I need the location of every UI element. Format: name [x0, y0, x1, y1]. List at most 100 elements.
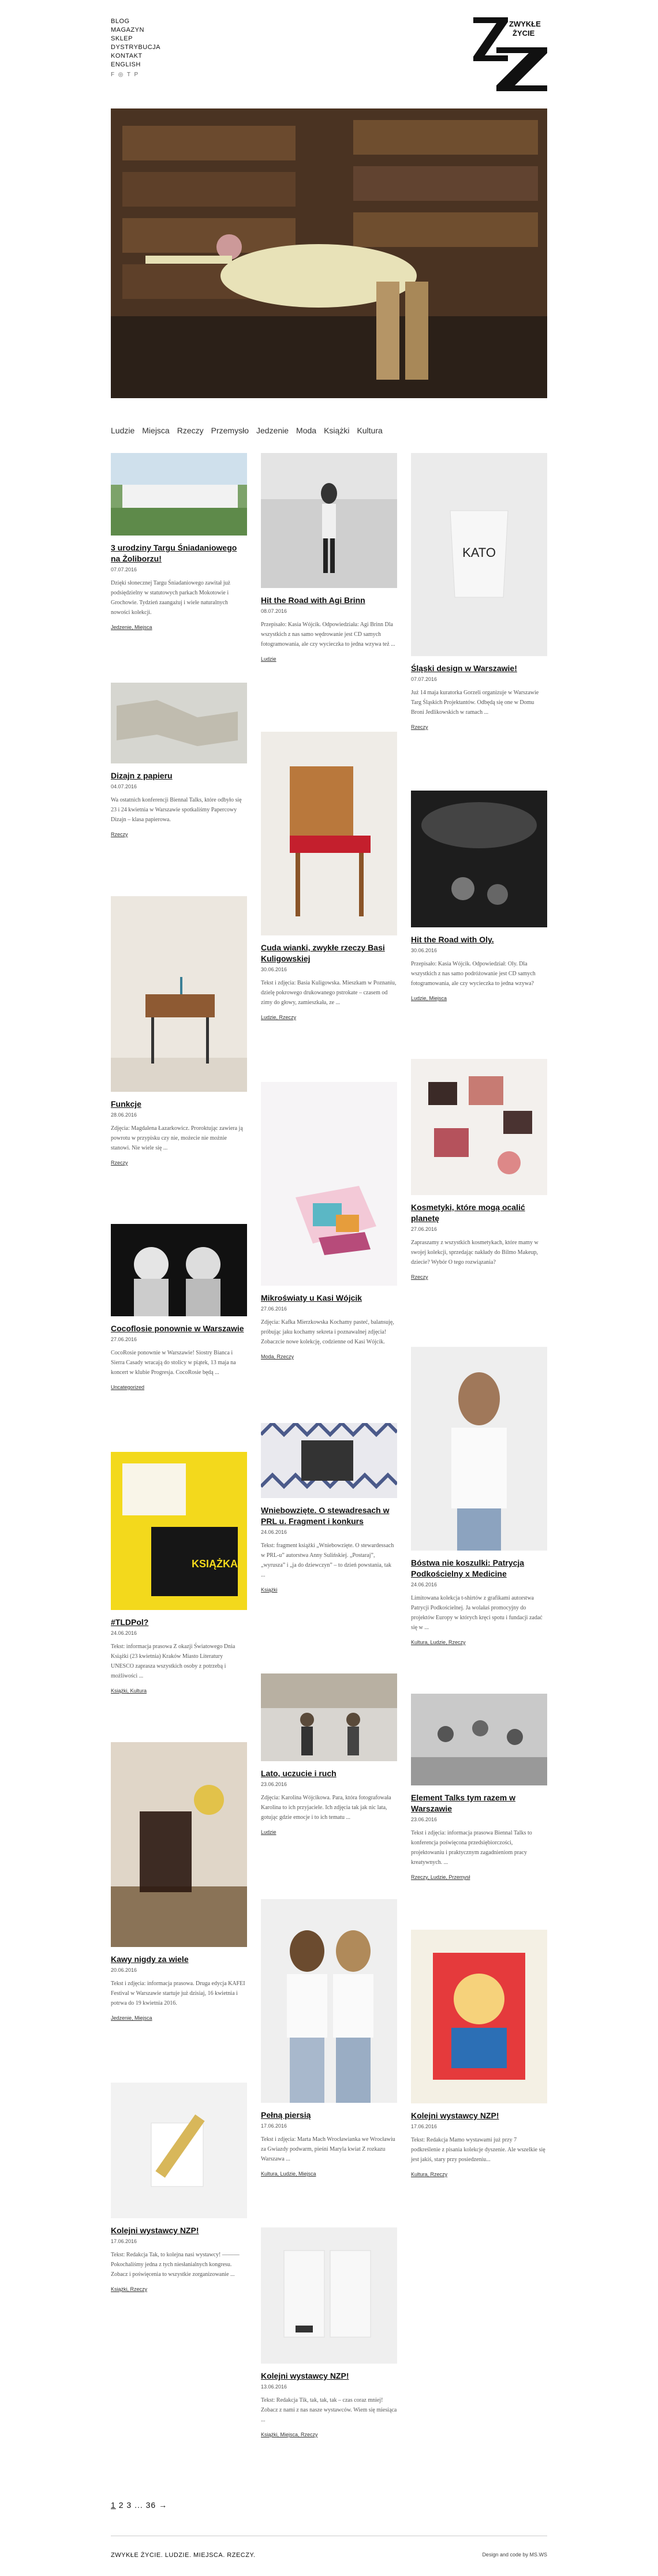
page-last[interactable]: 36 — [146, 2500, 156, 2510]
post-image[interactable] — [261, 1082, 397, 1286]
post-title[interactable]: 3 urodziny Targu Śniadaniowego na Żolibo… — [111, 542, 247, 564]
post-title[interactable]: Pełną piersią — [261, 2110, 397, 2121]
post-title[interactable]: Wniebowzięte. O stewadresach w PRL u. Fr… — [261, 1505, 397, 1527]
post-tags[interactable]: Ludzie, Rzeczy — [261, 1014, 397, 1020]
category-rzeczy[interactable]: Rzeczy — [177, 426, 204, 435]
post-title[interactable]: Hit the Road with Oly. — [411, 934, 547, 945]
post-image[interactable] — [261, 2227, 397, 2364]
page-current[interactable]: 1 — [111, 2500, 116, 2510]
post-title[interactable]: Cocoflosie ponownie w Warszawie — [111, 1323, 247, 1334]
post-tags[interactable]: Książki, Rzeczy — [111, 2286, 247, 2292]
nav-sklep[interactable]: SKLEP — [111, 35, 160, 43]
nav-magazyn[interactable]: MAGAZYN — [111, 26, 160, 35]
post-date: 27.06.2016 — [261, 1306, 287, 1312]
facebook-icon[interactable]: f — [111, 70, 115, 79]
post-image[interactable] — [111, 2083, 247, 2218]
post-image[interactable] — [111, 896, 247, 1092]
post-image[interactable] — [411, 1059, 547, 1195]
post-card: Cocoflosie ponownie w Warszawie 27.06.20… — [111, 1224, 247, 1390]
post-tags[interactable]: Ludzie, Miejsca — [411, 995, 547, 1001]
post-title[interactable]: Kawy nigdy za wiele — [111, 1954, 247, 1965]
hero-image[interactable] — [111, 108, 547, 398]
category-moda[interactable]: Moda — [296, 426, 316, 435]
post-tags[interactable]: Kultura, Ludzie, Rzeczy — [411, 1639, 547, 1645]
category-przemyslo[interactable]: Przemysło — [211, 426, 249, 435]
post-title[interactable]: Mikroświaty u Kasi Wójcik — [261, 1293, 397, 1304]
post-image[interactable] — [411, 791, 547, 927]
nav-dystrybucja[interactable]: DYSTRYBUCJA — [111, 43, 160, 52]
post-tags[interactable]: Jedzenie, Miejsca — [111, 2015, 247, 2021]
post-image[interactable] — [261, 1899, 397, 2103]
post-image[interactable] — [261, 1423, 397, 1498]
post-image[interactable] — [111, 683, 247, 763]
svg-text:KATO: KATO — [462, 545, 496, 560]
post-image[interactable] — [261, 1673, 397, 1761]
post-title[interactable]: Element Talks tym razem w Warszawie — [411, 1792, 547, 1814]
footer-credit[interactable]: Design and code by MS.WS — [482, 2552, 547, 2558]
post-image[interactable] — [111, 1742, 247, 1947]
post-excerpt: Przepisało: Kasia Wójcik. Odpowiedział: … — [411, 961, 536, 987]
post-date: 17.06.2016 — [411, 2124, 438, 2129]
category-miejsca[interactable]: Miejsca — [142, 426, 169, 435]
twitter-icon[interactable]: t — [127, 70, 131, 79]
post-tags[interactable]: Kultura, Ludzie, Miejsca — [261, 2171, 397, 2177]
post-title[interactable]: Dizajn z papieru — [111, 770, 247, 781]
post-tags[interactable]: Moda, Rzeczy — [261, 1354, 397, 1360]
post-image[interactable] — [411, 1930, 547, 2103]
post-image[interactable] — [261, 453, 397, 588]
post-tags[interactable]: Książki, Miejsca, Rzeczy — [261, 2432, 397, 2438]
post-title[interactable]: Funkcje — [111, 1099, 247, 1110]
post-tags[interactable]: Rzeczy — [111, 1160, 247, 1166]
site-logo[interactable]: ZWYKŁE ŻYCIE — [473, 17, 547, 91]
post-title[interactable]: Bóstwa nie koszulki: Patrycja Podkościel… — [411, 1557, 547, 1579]
post-tags[interactable]: Jedzenie, Miejsca — [111, 624, 247, 630]
page-2[interactable]: 2 — [119, 2500, 124, 2510]
category-ksiazki[interactable]: Książki — [324, 426, 349, 435]
post-excerpt: Wa ostatnich konferencji Biennal Talks, … — [111, 797, 242, 823]
post-image[interactable] — [111, 453, 247, 536]
post-image[interactable] — [111, 1224, 247, 1316]
post-tags[interactable]: Ludzie — [261, 656, 397, 662]
post-image[interactable] — [411, 1694, 547, 1785]
post-card: Wniebowzięte. O stewadresach w PRL u. Fr… — [261, 1423, 397, 1593]
post-image[interactable] — [411, 1347, 547, 1551]
post-tags[interactable]: Rzeczy — [411, 1274, 547, 1280]
instagram-icon[interactable]: ◎ — [118, 70, 124, 79]
category-ludzie[interactable]: Ludzie — [111, 426, 134, 435]
post-tags[interactable]: Kultura, Rzeczy — [411, 2171, 547, 2177]
post-tags[interactable]: Ludzie — [261, 1829, 397, 1835]
post-excerpt: Już 14 maja kuratorka Gorzeli organizuje… — [411, 690, 539, 716]
post-tags[interactable]: Rzeczy — [111, 832, 247, 837]
post-title[interactable]: Kosmetyki, które mogą ocalić planetę — [411, 1202, 547, 1224]
nav-blog[interactable]: BLOG — [111, 17, 160, 26]
post-title[interactable]: Kolejni wystawcy NZP! — [411, 2110, 547, 2121]
post-excerpt: Zdjęcia: Magdalena Łazarkowicz. Proroktu… — [111, 1125, 243, 1151]
post-tags[interactable]: Książki, Kultura — [111, 1688, 247, 1694]
svg-text:KSIĄŻKA: KSIĄŻKA — [192, 1558, 238, 1570]
category-kultura[interactable]: Kultura — [357, 426, 382, 435]
post-title[interactable]: #TLDPol? — [111, 1617, 247, 1628]
post-image[interactable]: KSIĄŻKA — [111, 1452, 247, 1610]
post-card: Kawy nigdy za wiele 20.06.2016 Tekst i z… — [111, 1742, 247, 2021]
post-title[interactable]: Kolejni wystawcy NZP! — [261, 2371, 397, 2382]
next-page-arrow-icon[interactable]: → — [159, 2500, 167, 2510]
post-tags[interactable]: Rzeczy, Ludzie, Przemysł — [411, 1874, 547, 1880]
post-date: 24.06.2016 — [261, 1529, 287, 1535]
post-excerpt: Tekst: Redakcja Tak, to kolejna nasi wys… — [111, 2252, 240, 2278]
post-image[interactable] — [261, 732, 397, 935]
nav-kontakt[interactable]: KONTAKT — [111, 52, 160, 61]
post-title[interactable]: Hit the Road with Agi Brinn — [261, 595, 397, 606]
post-image[interactable]: KATO — [411, 453, 547, 656]
post-tags[interactable]: Uncategorized — [111, 1384, 247, 1390]
category-jedzenie[interactable]: Jedzenie — [256, 426, 289, 435]
post-tags[interactable]: Rzeczy — [411, 724, 547, 730]
post-title[interactable]: Cuda wianki, zwykłe rzeczy Basi Kuligows… — [261, 942, 397, 964]
post-title[interactable]: Lato, uczucie i ruch — [261, 1768, 397, 1779]
post-title[interactable]: Śląski design w Warszawie! — [411, 663, 547, 674]
post-date: 23.06.2016 — [261, 1781, 287, 1787]
post-title[interactable]: Kolejni wystawcy NZP! — [111, 2225, 247, 2236]
pinterest-icon[interactable]: p — [134, 70, 138, 79]
nav-english[interactable]: ENGLISH — [111, 61, 160, 69]
page-3[interactable]: 3 — [126, 2500, 132, 2510]
post-tags[interactable]: Książki — [261, 1587, 397, 1593]
